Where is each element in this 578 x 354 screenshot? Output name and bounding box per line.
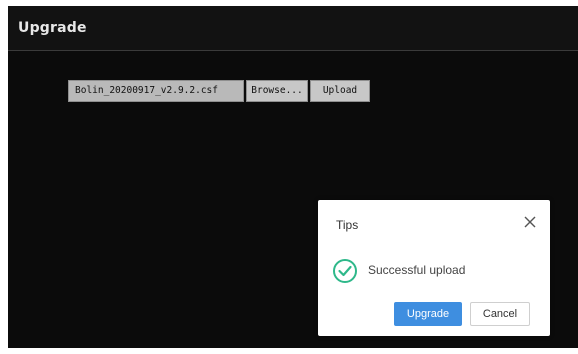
upgrade-screen: Upgrade Bolin_20200917_v2.9.2.csf Browse… — [8, 6, 578, 348]
dialog-message: Successful upload — [368, 263, 466, 277]
page-header: Upgrade — [8, 6, 578, 51]
browse-button[interactable]: Browse... — [246, 80, 308, 102]
check-circle-icon — [332, 258, 358, 284]
upgrade-button[interactable]: Upgrade — [394, 302, 462, 326]
page-title: Upgrade — [18, 20, 87, 36]
cancel-button[interactable]: Cancel — [470, 302, 530, 326]
tips-dialog: Tips Successful upload Upgrade Cancel — [318, 200, 550, 336]
upload-button[interactable]: Upload — [310, 80, 370, 102]
close-icon[interactable] — [522, 214, 538, 230]
dialog-title: Tips — [336, 218, 359, 232]
selected-file-field[interactable]: Bolin_20200917_v2.9.2.csf — [68, 80, 244, 102]
